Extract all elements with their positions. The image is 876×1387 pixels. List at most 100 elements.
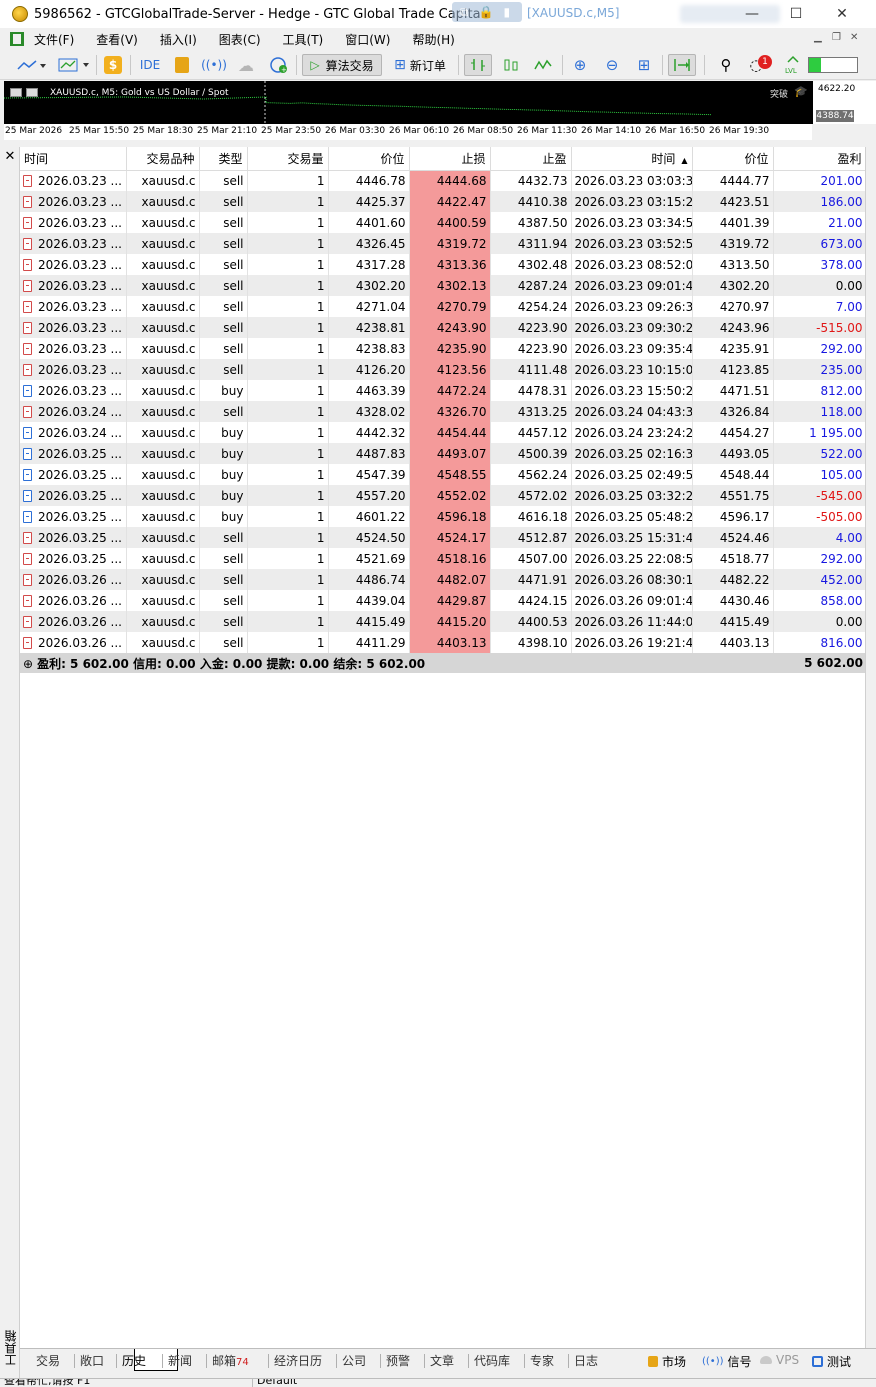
menu-charts[interactable]: 图表(C) xyxy=(219,31,261,48)
table-row[interactable]: 2026.03.23 ... xauusd.c sell 1 4425.37 4422.4… xyxy=(20,191,866,212)
col-open-price[interactable]: 价位 xyxy=(328,147,410,171)
tile-windows-icon[interactable]: ⊞ xyxy=(632,54,656,76)
line-chart-icon[interactable] xyxy=(530,54,556,76)
table-row[interactable]: 2026.03.23 ... xauusd.c sell 1 4302.20 4302.1… xyxy=(20,275,866,296)
tab-articles[interactable]: 文章 xyxy=(430,1352,454,1369)
vps-tab[interactable]: VPS xyxy=(760,1353,799,1367)
tab-alerts[interactable]: 预警 xyxy=(386,1352,410,1369)
table-row[interactable]: 2026.03.23 ... xauusd.c sell 1 4271.04 4270.7… xyxy=(20,296,866,317)
cell-close-price: 4415.49 xyxy=(692,611,774,632)
signals-tab[interactable]: ((•)) 信号 xyxy=(702,1353,752,1370)
cell-profit: 858.00 xyxy=(773,590,866,611)
mdi-restore-icon[interactable]: ❐ xyxy=(832,32,841,43)
graduation-cap-icon[interactable]: 🎓 xyxy=(794,85,808,98)
cell-close-price: 4444.77 xyxy=(692,170,774,191)
table-row[interactable]: 2026.03.26 ... xauusd.c sell 1 4439.04 4429.8… xyxy=(20,590,866,611)
vertical-scrollbar[interactable] xyxy=(865,147,876,1348)
cell-open-price: 4521.69 xyxy=(328,548,410,569)
toolbox-close-icon[interactable]: ✕ xyxy=(3,150,17,164)
tab-journal[interactable]: 日志 xyxy=(574,1352,598,1369)
table-row[interactable]: 2026.03.24 ... xauusd.c buy 1 4442.32 4454.44… xyxy=(20,422,866,443)
minimize-icon[interactable]: — xyxy=(742,4,762,24)
col-volume[interactable]: 交易量 xyxy=(247,147,329,171)
cloud-icon[interactable]: ☁ xyxy=(234,54,258,76)
market-tab[interactable]: 市场 xyxy=(648,1353,686,1370)
zoom-out-icon[interactable]: ⊖ xyxy=(600,54,624,76)
menu-tools[interactable]: 工具(T) xyxy=(283,31,324,48)
cell-close-time: 2026.03.26 09:01:48 xyxy=(571,590,693,611)
ide-button[interactable]: IDE xyxy=(138,54,162,76)
table-row[interactable]: 2026.03.23 ... xauusd.c sell 1 4238.81 4243.9… xyxy=(20,317,866,338)
table-row[interactable]: 2026.03.23 ... xauusd.c buy 1 4463.39 4472.24… xyxy=(20,380,866,401)
col-take-profit[interactable]: 止盈 xyxy=(490,147,572,171)
signals-broadcast-icon[interactable]: ((•)) xyxy=(201,54,227,76)
table-row[interactable]: 2026.03.24 ... xauusd.c sell 1 4328.02 4326.7… xyxy=(20,401,866,422)
cell-profit: 186.00 xyxy=(773,191,866,212)
table-row[interactable]: 2026.03.25 ... xauusd.c buy 1 4557.20 4552.02… xyxy=(20,485,866,506)
menu-insert[interactable]: 插入(I) xyxy=(160,31,197,48)
menu-help[interactable]: 帮助(H) xyxy=(412,31,454,48)
tab-news[interactable]: 新闻 xyxy=(168,1352,192,1369)
table-row[interactable]: 2026.03.25 ... xauusd.c buy 1 4487.83 4493.07… xyxy=(20,443,866,464)
col-close-price[interactable]: 价位 xyxy=(692,147,774,171)
chart-template-icon[interactable] xyxy=(56,54,92,76)
tab-experts[interactable]: 专家 xyxy=(530,1352,554,1369)
table-row[interactable]: 2026.03.23 ... xauusd.c sell 1 4238.83 4235.9… xyxy=(20,338,866,359)
lvl-signal-icon[interactable]: LVL xyxy=(780,54,806,76)
chart-breakout-label[interactable]: 突破 xyxy=(770,87,788,100)
zoom-in-icon[interactable]: ⊕ xyxy=(568,54,592,76)
algo-trading-button[interactable]: ▷ 算法交易 xyxy=(302,54,382,76)
chart-table-icon[interactable] xyxy=(10,88,22,97)
menu-file[interactable]: 文件(F) xyxy=(34,31,74,48)
table-row[interactable]: 2026.03.23 ... xauusd.c sell 1 4401.60 4400.5… xyxy=(20,212,866,233)
cell-stop-loss: 4243.90 xyxy=(409,317,491,338)
expand-icon[interactable]: ⊕ xyxy=(23,657,33,671)
col-profit[interactable]: 盈利 xyxy=(773,147,866,171)
bar-chart-icon[interactable] xyxy=(464,54,492,76)
candlestick-icon[interactable] xyxy=(498,54,524,76)
tab-codebase[interactable]: 代码库 xyxy=(474,1352,510,1369)
col-open-time[interactable]: 时间 xyxy=(20,147,127,171)
tester-tab[interactable]: 测试 xyxy=(812,1353,851,1370)
tab-company[interactable]: 公司 xyxy=(342,1352,366,1369)
new-order-button[interactable]: ⊞ 新订单 xyxy=(388,54,452,76)
cell-close-price: 4548.44 xyxy=(692,464,774,485)
table-row[interactable]: 2026.03.25 ... xauusd.c sell 1 4521.69 4518.1… xyxy=(20,548,866,569)
cell-symbol: xauusd.c xyxy=(126,254,200,275)
table-row[interactable]: 2026.03.25 ... xauusd.c sell 1 4524.50 4524.1… xyxy=(20,527,866,548)
col-symbol[interactable]: 交易品种 xyxy=(126,147,200,171)
cell-stop-loss-value: 4319.72 xyxy=(436,236,487,251)
col-close-time[interactable]: 时间 ▲ xyxy=(571,147,693,171)
table-row[interactable]: 2026.03.26 ... xauusd.c sell 1 4411.29 4403.1… xyxy=(20,632,866,653)
table-row[interactable]: 2026.03.23 ... xauusd.c sell 1 4326.45 4319.7… xyxy=(20,233,866,254)
mdi-close-icon[interactable]: ✕ xyxy=(850,32,858,43)
col-stop-loss[interactable]: 止损 xyxy=(409,147,491,171)
tab-trade[interactable]: 交易 xyxy=(36,1352,60,1369)
mdi-minimize-icon[interactable]: ▁ xyxy=(814,32,822,43)
col-type[interactable]: 类型 xyxy=(199,147,248,171)
menu-window[interactable]: 窗口(W) xyxy=(345,31,390,48)
table-row[interactable]: 2026.03.23 ... xauusd.c sell 1 4126.20 4123.5… xyxy=(20,359,866,380)
menu-view[interactable]: 查看(V) xyxy=(96,31,138,48)
sell-order-icon xyxy=(23,594,32,607)
tab-exposure[interactable]: 敞口 xyxy=(80,1352,104,1369)
market-dollar-icon[interactable]: $ xyxy=(102,54,124,76)
tab-mailbox[interactable]: 邮箱74 xyxy=(212,1352,249,1369)
table-row[interactable]: 2026.03.25 ... xauusd.c buy 1 4601.22 4596.18… xyxy=(20,506,866,527)
price-chart[interactable]: XAUUSD.c, M5: Gold vs US Dollar / Spot 突… xyxy=(4,81,812,124)
table-row[interactable]: 2026.03.23 ... xauusd.c sell 1 4317.28 4313.3… xyxy=(20,254,866,275)
tab-history[interactable]: 历史 xyxy=(122,1352,146,1369)
search-icon[interactable]: ⚲ xyxy=(714,54,738,76)
auto-scroll-icon[interactable] xyxy=(668,54,696,76)
table-row[interactable]: 2026.03.26 ... xauusd.c sell 1 4415.49 4415.2… xyxy=(20,611,866,632)
shop-bag-icon[interactable] xyxy=(172,54,192,76)
table-row[interactable]: 2026.03.25 ... xauusd.c buy 1 4547.39 4548.55… xyxy=(20,464,866,485)
vps-globe-icon[interactable]: + xyxy=(266,54,292,76)
maximize-icon[interactable]: ☐ xyxy=(786,4,806,24)
table-row[interactable]: 2026.03.23 ... xauusd.c sell 1 4446.78 4444.6… xyxy=(20,170,866,191)
chart-trade-icon[interactable] xyxy=(26,88,38,97)
new-chart-icon[interactable] xyxy=(14,54,48,76)
close-icon[interactable]: ✕ xyxy=(832,4,852,24)
tab-calendar[interactable]: 经济日历 xyxy=(274,1352,322,1369)
table-row[interactable]: 2026.03.26 ... xauusd.c sell 1 4486.74 4482.0… xyxy=(20,569,866,590)
